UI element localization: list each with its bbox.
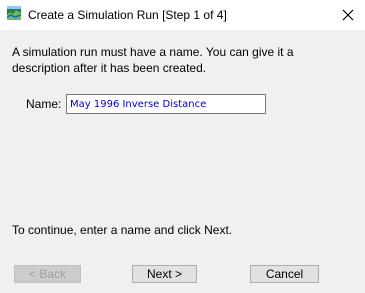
- back-button[interactable]: < Back: [14, 265, 81, 283]
- close-icon: [342, 9, 354, 21]
- close-button[interactable]: [331, 0, 365, 30]
- title-bar: Create a Simulation Run [Step 1 of 4]: [0, 0, 365, 30]
- hec-hms-app-icon: [7, 6, 21, 20]
- window-title: Create a Simulation Run [Step 1 of 4]: [28, 8, 227, 22]
- create-simulation-run-dialog: Create a Simulation Run [Step 1 of 4] A …: [0, 0, 365, 293]
- name-label: Name:: [26, 97, 62, 111]
- next-button[interactable]: Next >: [132, 265, 197, 283]
- cancel-button[interactable]: Cancel: [250, 265, 319, 283]
- continue-hint-text: To continue, enter a name and click Next…: [12, 223, 233, 237]
- instructions-text: A simulation run must have a name. You c…: [12, 45, 294, 75]
- name-input[interactable]: [66, 94, 266, 114]
